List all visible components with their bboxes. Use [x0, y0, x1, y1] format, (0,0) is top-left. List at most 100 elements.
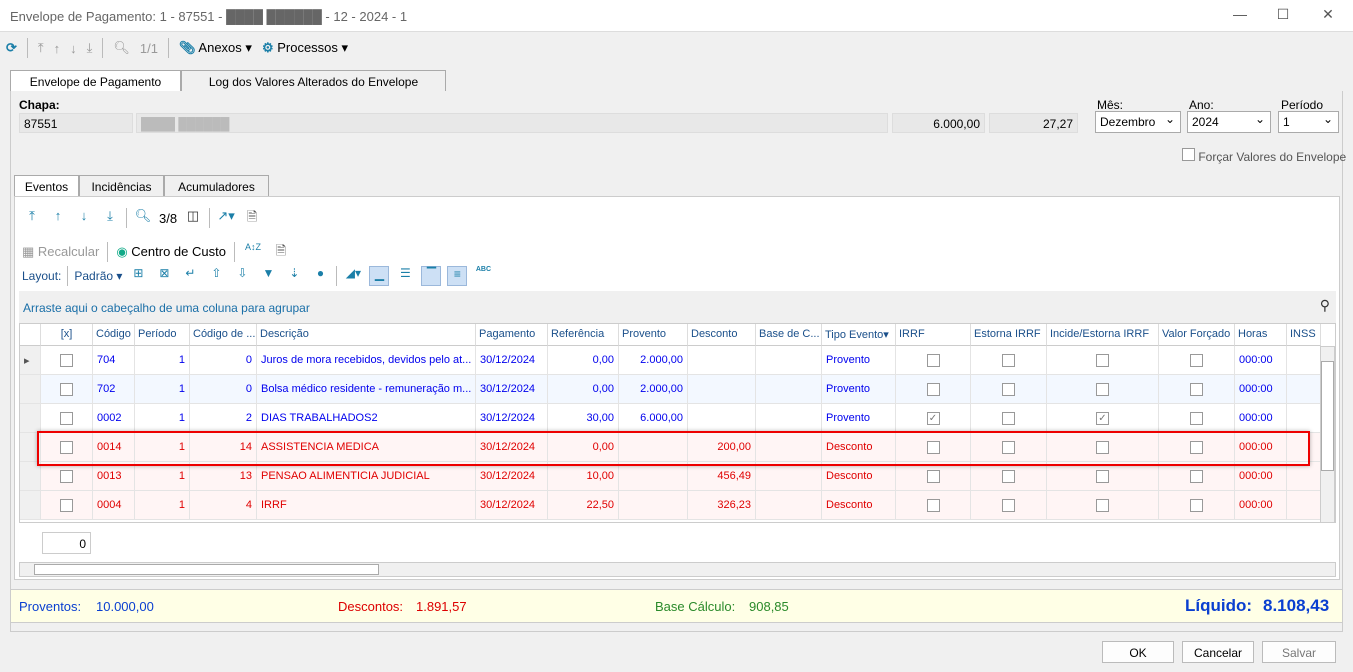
periodo-select[interactable]: 1 — [1278, 111, 1339, 133]
maximize-button[interactable]: ☐ — [1273, 6, 1293, 26]
estorna-checkbox[interactable] — [971, 491, 1047, 520]
irrf-checkbox[interactable] — [896, 491, 971, 520]
validate-doc-icon[interactable]: 🗎 — [271, 242, 291, 262]
incide-checkbox[interactable] — [1047, 346, 1159, 375]
group-panel[interactable]: Arraste aqui o cabeçalho de uma coluna p… — [19, 291, 1336, 323]
abc-icon[interactable]: ABC — [473, 266, 493, 286]
rows-toggle-icon[interactable]: ≡ — [447, 266, 468, 286]
row-select-checkbox[interactable] — [41, 375, 93, 404]
processos-menu[interactable]: ⚙ Processos ▾ — [262, 40, 348, 56]
grid-search-icon[interactable]: ⚲ — [1320, 297, 1330, 314]
incide-checkbox[interactable] — [1047, 462, 1159, 491]
row-select-checkbox[interactable] — [41, 462, 93, 491]
column-header[interactable]: Valor Forçado — [1159, 324, 1235, 346]
export-icon[interactable]: ↗▾ — [216, 208, 236, 228]
last-record-icon[interactable]: ⤓ — [87, 40, 93, 56]
column-header[interactable]: Código — [93, 324, 135, 346]
save-button[interactable]: Salvar — [1262, 641, 1336, 663]
split-icon[interactable]: ☰ — [395, 266, 415, 286]
columns-icon[interactable]: ◫ — [183, 208, 203, 228]
estorna-checkbox[interactable] — [971, 346, 1047, 375]
forcado-checkbox[interactable] — [1159, 346, 1235, 375]
estorna-checkbox[interactable] — [971, 462, 1047, 491]
prev-record-icon[interactable]: ↑ — [54, 41, 61, 56]
column-header[interactable]: Base de C... — [756, 324, 822, 346]
cell-cod: 4 — [190, 491, 257, 520]
search-icon[interactable]: 🔍︎ — [113, 40, 130, 56]
footer-toggle-icon[interactable]: ▁ — [369, 266, 390, 286]
down-icon[interactable]: ↓ — [74, 208, 94, 228]
tab-envelope[interactable]: Envelope de Pagamento — [10, 70, 181, 92]
forcado-checkbox[interactable] — [1159, 375, 1235, 404]
tab-acumuladores[interactable]: Acumuladores — [164, 175, 269, 197]
column-header[interactable]: [x] — [41, 324, 93, 346]
pin-icon[interactable]: ⇣ — [284, 266, 304, 286]
estorna-checkbox[interactable] — [971, 404, 1047, 433]
delete-layout-icon[interactable]: ⊠ — [154, 266, 174, 286]
add-layout-icon[interactable]: ⊞ — [128, 266, 148, 286]
vertical-scrollbar[interactable] — [1320, 346, 1335, 523]
column-header[interactable]: IRRF — [896, 324, 971, 346]
irrf-checkbox[interactable]: ✓ — [896, 404, 971, 433]
incide-checkbox[interactable] — [1047, 491, 1159, 520]
irrf-checkbox[interactable] — [896, 346, 971, 375]
column-header[interactable]: INSS — [1287, 324, 1321, 346]
shapes-icon[interactable]: ● — [310, 266, 330, 286]
first-record-icon[interactable]: ⤒ — [38, 40, 44, 56]
column-header[interactable]: Incide/Estorna IRRF — [1047, 324, 1159, 346]
forcado-checkbox[interactable] — [1159, 462, 1235, 491]
irrf-checkbox[interactable] — [896, 375, 971, 404]
tab-incidencias[interactable]: Incidências — [79, 175, 164, 197]
sort-az-icon[interactable]: A↕Z — [243, 242, 263, 262]
enter-icon[interactable]: ↵ — [180, 266, 200, 286]
search-icon[interactable]: 🔍︎ — [133, 208, 153, 228]
estorna-checkbox[interactable] — [971, 375, 1047, 404]
column-header[interactable]: Referência — [548, 324, 619, 346]
ano-select[interactable]: 2024 — [1187, 111, 1271, 133]
chart-icon[interactable]: ◢▾ — [343, 266, 363, 286]
anexos-menu[interactable]: 📎︎ Anexos ▾ — [179, 40, 252, 56]
ok-button[interactable]: OK — [1102, 641, 1174, 663]
mes-select[interactable]: Dezembro — [1095, 111, 1181, 133]
cell-provento: 2.000,00 — [619, 375, 688, 404]
column-header[interactable]: Desconto — [688, 324, 756, 346]
column-header[interactable]: Pagamento — [476, 324, 548, 346]
refresh-icon[interactable]: ⟳ — [6, 40, 17, 56]
download-icon[interactable]: ⇩ — [232, 266, 252, 286]
column-header[interactable]: Descrição — [257, 324, 476, 346]
column-header[interactable]: Horas — [1235, 324, 1287, 346]
row-select-checkbox[interactable] — [41, 404, 93, 433]
cancel-button[interactable]: Cancelar — [1182, 641, 1254, 663]
forcar-valores-checkbox[interactable]: Forçar Valores do Envelope — [1182, 148, 1346, 164]
column-header[interactable]: Tipo Evento▾ — [822, 324, 896, 346]
document-icon[interactable]: 🗎 — [242, 208, 262, 228]
column-header[interactable]: Estorna IRRF — [971, 324, 1047, 346]
forcado-checkbox[interactable] — [1159, 491, 1235, 520]
up-icon[interactable]: ↑ — [48, 208, 68, 228]
centro-custo-button[interactable]: ◉ Centro de Custo — [116, 244, 226, 260]
tab-eventos[interactable]: Eventos — [14, 175, 79, 197]
periodo-label: Período — [1281, 98, 1324, 112]
column-header[interactable]: Código de ... — [190, 324, 257, 346]
next-record-icon[interactable]: ↓ — [70, 41, 77, 56]
incide-checkbox[interactable]: ✓ — [1047, 404, 1159, 433]
minimize-button[interactable]: — — [1230, 6, 1250, 26]
first-icon[interactable]: ⤒ — [22, 208, 42, 228]
upload-icon[interactable]: ⇧ — [206, 266, 226, 286]
close-button[interactable]: ✕ — [1318, 6, 1338, 26]
horizontal-scrollbar[interactable] — [19, 562, 1336, 577]
recalcular-button[interactable]: ▦ Recalcular — [22, 244, 99, 260]
forcado-checkbox[interactable] — [1159, 404, 1235, 433]
irrf-checkbox[interactable] — [896, 462, 971, 491]
paint-icon[interactable]: ▼ — [258, 266, 278, 286]
row-select-checkbox[interactable] — [41, 346, 93, 375]
column-header[interactable]: Provento — [619, 324, 688, 346]
column-header[interactable]: Período — [135, 324, 190, 346]
tab-log[interactable]: Log dos Valores Alterados do Envelope — [181, 70, 446, 92]
row-select-checkbox[interactable] — [41, 491, 93, 520]
header-toggle-icon[interactable]: ▔ — [421, 266, 442, 286]
last-icon[interactable]: ⤓ — [100, 208, 120, 228]
incide-checkbox[interactable] — [1047, 375, 1159, 404]
layout-select[interactable]: Padrão ▾ — [74, 269, 122, 283]
cell-codigo: 0002 — [93, 404, 135, 433]
